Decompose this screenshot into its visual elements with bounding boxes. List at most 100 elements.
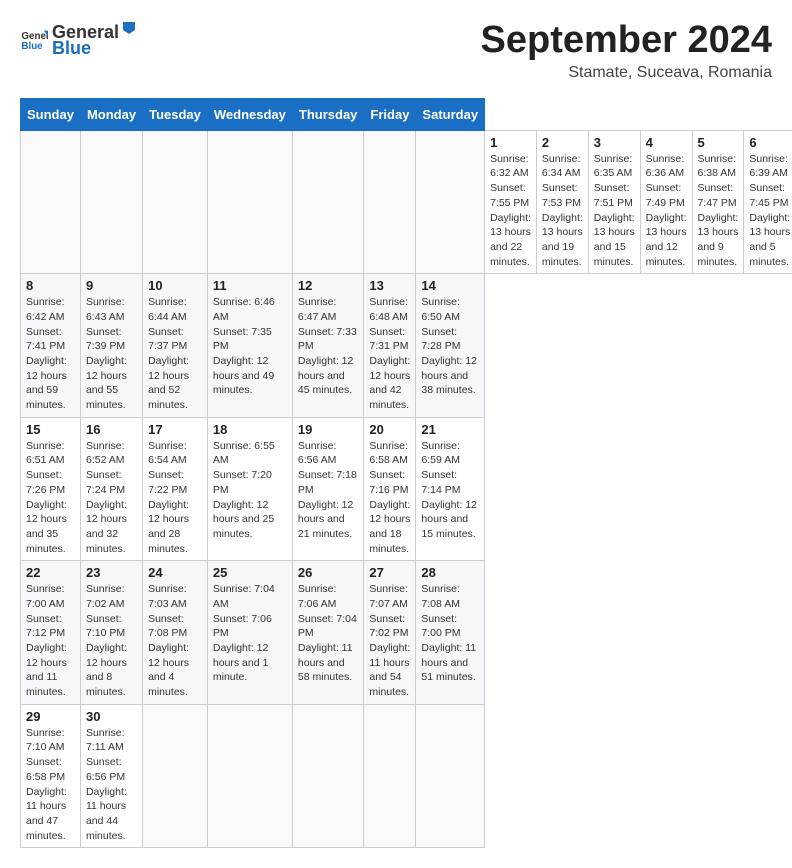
- calendar-cell: 18 Sunrise: 6:55 AMSunset: 7:20 PMDaylig…: [207, 417, 292, 561]
- day-info: Sunrise: 7:08 AMSunset: 7:00 PMDaylight:…: [421, 582, 479, 685]
- day-info: Sunrise: 6:44 AMSunset: 7:37 PMDaylight:…: [148, 295, 202, 413]
- day-info: Sunrise: 6:59 AMSunset: 7:14 PMDaylight:…: [421, 439, 479, 542]
- calendar-cell: 11 Sunrise: 6:46 AMSunset: 7:35 PMDaylig…: [207, 274, 292, 418]
- calendar-cell: 16 Sunrise: 6:52 AMSunset: 7:24 PMDaylig…: [80, 417, 142, 561]
- day-number: 10: [148, 278, 202, 293]
- day-number: 13: [369, 278, 410, 293]
- day-number: 1: [490, 135, 531, 150]
- calendar-cell: [143, 704, 208, 848]
- calendar-cell: 22 Sunrise: 7:00 AMSunset: 7:12 PMDaylig…: [21, 561, 81, 705]
- weekday-header-tuesday: Tuesday: [143, 98, 208, 130]
- day-number: 20: [369, 422, 410, 437]
- day-info: Sunrise: 6:35 AMSunset: 7:51 PMDaylight:…: [594, 152, 635, 270]
- title-area: September 2024 Stamate, Suceava, Romania: [481, 20, 773, 82]
- calendar-cell: [292, 704, 364, 848]
- svg-text:Blue: Blue: [21, 41, 43, 52]
- day-number: 9: [86, 278, 137, 293]
- day-number: 25: [213, 565, 287, 580]
- calendar-cell: [292, 130, 364, 274]
- calendar-cell: 24 Sunrise: 7:03 AMSunset: 7:08 PMDaylig…: [143, 561, 208, 705]
- calendar-cell: 13 Sunrise: 6:48 AMSunset: 7:31 PMDaylig…: [364, 274, 416, 418]
- day-info: Sunrise: 6:55 AMSunset: 7:20 PMDaylight:…: [213, 439, 287, 542]
- day-number: 29: [26, 709, 75, 724]
- calendar-cell: 4 Sunrise: 6:36 AMSunset: 7:49 PMDayligh…: [640, 130, 692, 274]
- calendar-cell: [143, 130, 208, 274]
- day-info: Sunrise: 6:43 AMSunset: 7:39 PMDaylight:…: [86, 295, 137, 413]
- calendar-cell: 26 Sunrise: 7:06 AMSunset: 7:04 PMDaylig…: [292, 561, 364, 705]
- calendar-cell: 12 Sunrise: 6:47 AMSunset: 7:33 PMDaylig…: [292, 274, 364, 418]
- calendar-cell: 2 Sunrise: 6:34 AMSunset: 7:53 PMDayligh…: [536, 130, 588, 274]
- logo: General Blue General Blue: [20, 20, 139, 59]
- calendar-cell: [416, 704, 485, 848]
- day-number: 2: [542, 135, 583, 150]
- day-info: Sunrise: 6:51 AMSunset: 7:26 PMDaylight:…: [26, 439, 75, 557]
- day-number: 8: [26, 278, 75, 293]
- day-info: Sunrise: 6:50 AMSunset: 7:28 PMDaylight:…: [421, 295, 479, 398]
- calendar-week-3: 15 Sunrise: 6:51 AMSunset: 7:26 PMDaylig…: [21, 417, 792, 561]
- day-number: 19: [298, 422, 359, 437]
- day-info: Sunrise: 7:04 AMSunset: 7:06 PMDaylight:…: [213, 582, 287, 685]
- calendar-cell: 19 Sunrise: 6:56 AMSunset: 7:18 PMDaylig…: [292, 417, 364, 561]
- day-info: Sunrise: 7:10 AMSunset: 6:58 PMDaylight:…: [26, 726, 75, 844]
- calendar-cell: [364, 704, 416, 848]
- month-title: September 2024: [481, 20, 773, 62]
- day-info: Sunrise: 6:56 AMSunset: 7:18 PMDaylight:…: [298, 439, 359, 542]
- day-info: Sunrise: 6:38 AMSunset: 7:47 PMDaylight:…: [698, 152, 739, 270]
- calendar-cell: [416, 130, 485, 274]
- calendar-cell: 5 Sunrise: 6:38 AMSunset: 7:47 PMDayligh…: [692, 130, 744, 274]
- day-number: 15: [26, 422, 75, 437]
- calendar-cell: 3 Sunrise: 6:35 AMSunset: 7:51 PMDayligh…: [588, 130, 640, 274]
- weekday-header-saturday: Saturday: [416, 98, 485, 130]
- calendar-cell: [80, 130, 142, 274]
- day-info: Sunrise: 6:34 AMSunset: 7:53 PMDaylight:…: [542, 152, 583, 270]
- day-number: 11: [213, 278, 287, 293]
- day-info: Sunrise: 6:39 AMSunset: 7:45 PMDaylight:…: [749, 152, 790, 270]
- day-info: Sunrise: 7:11 AMSunset: 6:56 PMDaylight:…: [86, 726, 137, 844]
- weekday-header-sunday: Sunday: [21, 98, 81, 130]
- weekday-header-thursday: Thursday: [292, 98, 364, 130]
- calendar-table: SundayMondayTuesdayWednesdayThursdayFrid…: [20, 98, 792, 849]
- day-info: Sunrise: 6:36 AMSunset: 7:49 PMDaylight:…: [646, 152, 687, 270]
- calendar-cell: 8 Sunrise: 6:42 AMSunset: 7:41 PMDayligh…: [21, 274, 81, 418]
- calendar-cell: 1 Sunrise: 6:32 AMSunset: 7:55 PMDayligh…: [485, 130, 537, 274]
- day-number: 21: [421, 422, 479, 437]
- weekday-header-monday: Monday: [80, 98, 142, 130]
- day-number: 30: [86, 709, 137, 724]
- calendar-cell: 21 Sunrise: 6:59 AMSunset: 7:14 PMDaylig…: [416, 417, 485, 561]
- weekday-header-row: SundayMondayTuesdayWednesdayThursdayFrid…: [21, 98, 792, 130]
- day-info: Sunrise: 6:54 AMSunset: 7:22 PMDaylight:…: [148, 439, 202, 557]
- page-header: General Blue General Blue September 2024…: [20, 20, 772, 82]
- logo-flag-icon: [120, 20, 138, 38]
- calendar-cell: 30 Sunrise: 7:11 AMSunset: 6:56 PMDaylig…: [80, 704, 142, 848]
- day-info: Sunrise: 7:02 AMSunset: 7:10 PMDaylight:…: [86, 582, 137, 700]
- day-info: Sunrise: 6:48 AMSunset: 7:31 PMDaylight:…: [369, 295, 410, 413]
- day-info: Sunrise: 7:07 AMSunset: 7:02 PMDaylight:…: [369, 582, 410, 700]
- day-number: 28: [421, 565, 479, 580]
- calendar-cell: 10 Sunrise: 6:44 AMSunset: 7:37 PMDaylig…: [143, 274, 208, 418]
- calendar-cell: 6 Sunrise: 6:39 AMSunset: 7:45 PMDayligh…: [744, 130, 792, 274]
- day-number: 22: [26, 565, 75, 580]
- calendar-cell: 29 Sunrise: 7:10 AMSunset: 6:58 PMDaylig…: [21, 704, 81, 848]
- calendar-cell: [364, 130, 416, 274]
- calendar-cell: 28 Sunrise: 7:08 AMSunset: 7:00 PMDaylig…: [416, 561, 485, 705]
- day-number: 26: [298, 565, 359, 580]
- day-number: 14: [421, 278, 479, 293]
- calendar-cell: 15 Sunrise: 6:51 AMSunset: 7:26 PMDaylig…: [21, 417, 81, 561]
- calendar-cell: 23 Sunrise: 7:02 AMSunset: 7:10 PMDaylig…: [80, 561, 142, 705]
- day-info: Sunrise: 6:52 AMSunset: 7:24 PMDaylight:…: [86, 439, 137, 557]
- day-number: 27: [369, 565, 410, 580]
- calendar-cell: 20 Sunrise: 6:58 AMSunset: 7:16 PMDaylig…: [364, 417, 416, 561]
- logo-icon: General Blue: [20, 25, 48, 53]
- location-subtitle: Stamate, Suceava, Romania: [481, 64, 773, 82]
- calendar-cell: 27 Sunrise: 7:07 AMSunset: 7:02 PMDaylig…: [364, 561, 416, 705]
- day-number: 5: [698, 135, 739, 150]
- calendar-cell: 14 Sunrise: 6:50 AMSunset: 7:28 PMDaylig…: [416, 274, 485, 418]
- calendar-cell: [21, 130, 81, 274]
- day-number: 24: [148, 565, 202, 580]
- calendar-week-5: 29 Sunrise: 7:10 AMSunset: 6:58 PMDaylig…: [21, 704, 792, 848]
- day-info: Sunrise: 6:46 AMSunset: 7:35 PMDaylight:…: [213, 295, 287, 398]
- day-info: Sunrise: 6:47 AMSunset: 7:33 PMDaylight:…: [298, 295, 359, 398]
- calendar-cell: 17 Sunrise: 6:54 AMSunset: 7:22 PMDaylig…: [143, 417, 208, 561]
- day-number: 16: [86, 422, 137, 437]
- day-number: 6: [749, 135, 790, 150]
